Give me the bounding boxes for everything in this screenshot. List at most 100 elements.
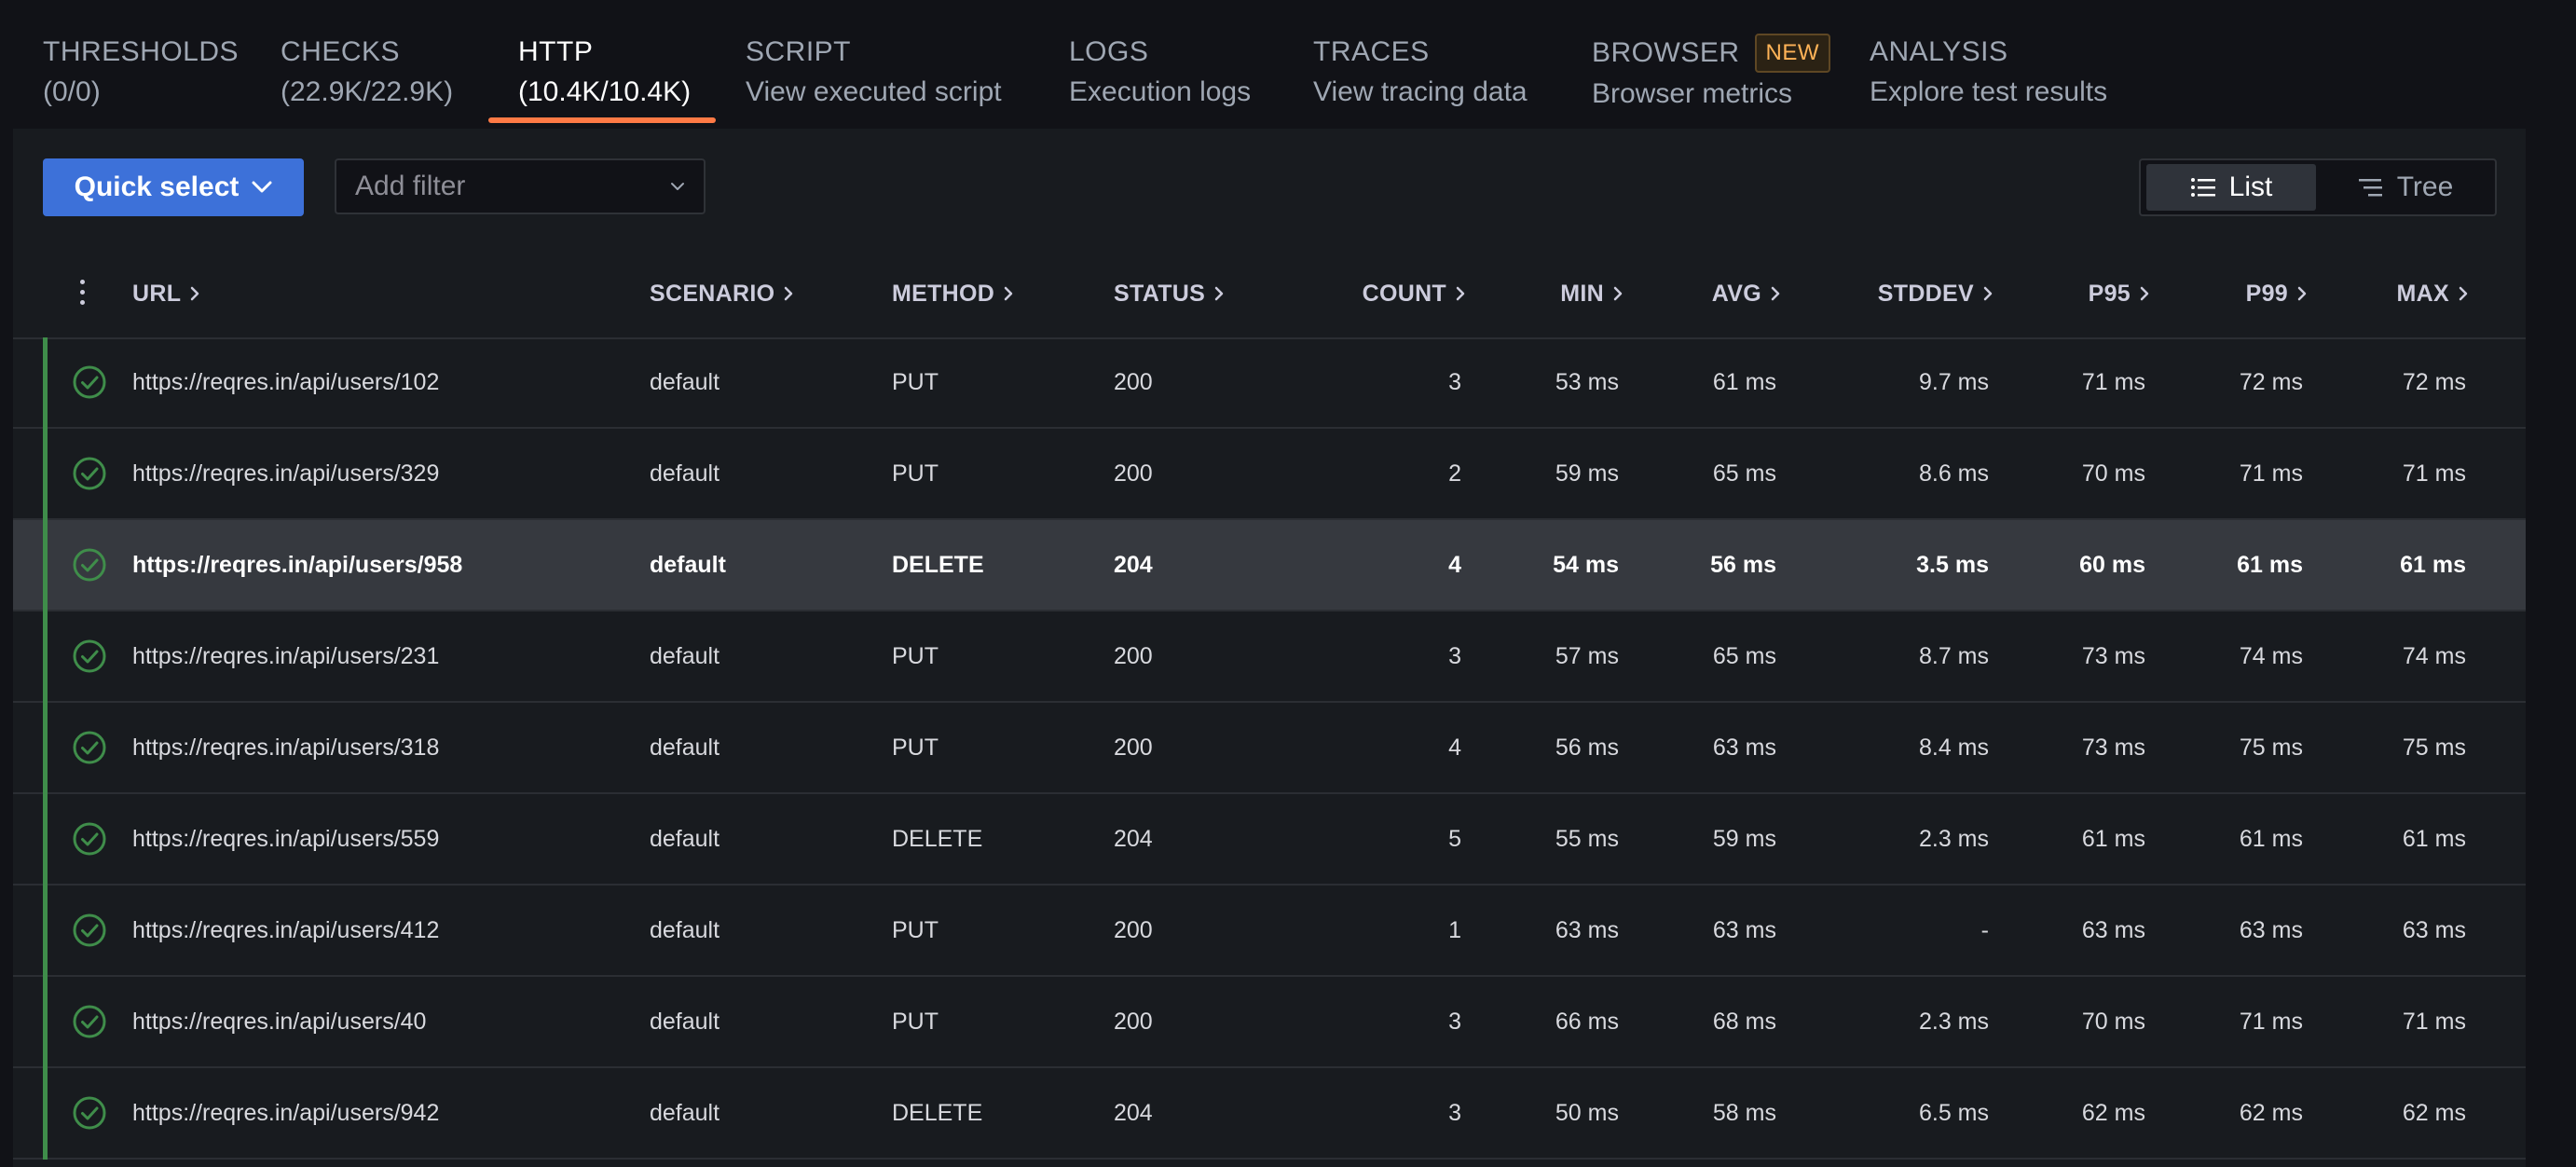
cell-url[interactable]: https://reqres.in/api/users/942: [132, 1096, 439, 1130]
cell-count: 5: [1448, 826, 1461, 852]
column-header-label: P95: [2088, 281, 2131, 307]
cell-max: 74 ms: [2402, 643, 2466, 669]
tab-script[interactable]: SCRIPT View executed script: [746, 34, 1002, 112]
chevron-right-icon: [2140, 286, 2149, 301]
tab-logs[interactable]: LOGS Execution logs: [1069, 34, 1251, 112]
tab-checks-title: CHECKS: [281, 36, 401, 67]
table-row[interactable]: https://reqres.in/api/users/40 default PUT…: [13, 977, 2526, 1068]
cell-count: 3: [1448, 1009, 1461, 1035]
kebab-menu-icon[interactable]: [78, 280, 86, 308]
cell-count: 3: [1448, 1100, 1461, 1126]
status-bar: [43, 1068, 48, 1160]
check-circle-icon: [73, 457, 106, 490]
tab-bar: THRESHOLDS (0/0) CHECKS (22.9K/22.9K) HT…: [0, 0, 2576, 129]
chevron-down-icon: [252, 181, 272, 193]
cell-url[interactable]: https://reqres.in/api/users/318: [132, 731, 439, 764]
cell-url[interactable]: https://reqres.in/api/users/412: [132, 913, 439, 947]
tab-thresholds[interactable]: THRESHOLDS (0/0): [43, 34, 239, 112]
cell-min: 59 ms: [1555, 460, 1619, 487]
cell-stddev: 2.3 ms: [1918, 826, 1989, 852]
table-row[interactable]: https://reqres.in/api/users/942 default DE…: [13, 1068, 2526, 1160]
column-header-label: COUNT: [1362, 281, 1446, 307]
column-header-label: AVG: [1711, 281, 1761, 307]
tab-thresholds-title: THRESHOLDS: [43, 36, 240, 67]
cell-max: 61 ms: [2402, 826, 2466, 852]
cell-p95: 73 ms: [2081, 735, 2145, 761]
check-circle-icon: [73, 913, 106, 947]
cell-stddev: 2.3 ms: [1918, 1009, 1989, 1035]
column-header-min[interactable]: MIN: [1560, 278, 1623, 309]
column-header-label: SCENARIO: [650, 281, 775, 307]
cell-max: 63 ms: [2402, 917, 2466, 943]
tab-browser-title: BROWSER: [1592, 37, 1740, 68]
tree-view-button[interactable]: Tree: [2322, 164, 2489, 211]
tab-http-count: (10.4K/10.4K): [518, 76, 692, 107]
tab-traces[interactable]: TRACES View tracing data: [1313, 34, 1528, 112]
tree-view-label: Tree: [2396, 172, 2454, 202]
cell-url[interactable]: https://reqres.in/api/users/958: [132, 548, 462, 582]
cell-min: 57 ms: [1555, 643, 1619, 669]
status-bar: [43, 337, 48, 429]
cell-count: 3: [1448, 643, 1461, 669]
chevron-right-icon: [191, 286, 199, 301]
table-row[interactable]: https://reqres.in/api/users/231 default PU…: [13, 611, 2526, 703]
cell-avg: 65 ms: [1712, 643, 1776, 669]
cell-count: 4: [1448, 735, 1461, 761]
tab-script-subtitle: View executed script: [746, 76, 1002, 107]
tab-analysis-title: ANALYSIS: [1870, 36, 2008, 67]
cell-p95: 60 ms: [2079, 552, 2145, 578]
cell-avg: 65 ms: [1712, 460, 1776, 487]
quick-select-button[interactable]: Quick select: [43, 158, 304, 216]
cell-p99: 74 ms: [2239, 643, 2303, 669]
cell-avg: 63 ms: [1712, 917, 1776, 943]
cell-avg: 59 ms: [1712, 826, 1776, 852]
add-filter-select[interactable]: Add filter: [335, 158, 706, 214]
tab-analysis[interactable]: ANALYSIS Explore test results: [1870, 34, 2107, 112]
tab-checks[interactable]: CHECKS (22.9K/22.9K): [281, 34, 453, 112]
cell-p99: 61 ms: [2237, 552, 2303, 578]
list-view-button[interactable]: List: [2146, 164, 2316, 211]
cell-url[interactable]: https://reqres.in/api/users/559: [132, 822, 439, 856]
column-header-method[interactable]: METHOD: [892, 278, 1013, 309]
column-header-status[interactable]: STATUS: [1114, 278, 1224, 309]
column-header-stddev[interactable]: STDDEV: [1878, 278, 1993, 309]
column-header-p95[interactable]: P95: [2089, 278, 2149, 309]
cell-avg: 68 ms: [1712, 1009, 1776, 1035]
cell-url[interactable]: https://reqres.in/api/users/40: [132, 1005, 426, 1038]
column-header-url[interactable]: URL: [132, 278, 199, 309]
column-header-avg[interactable]: AVG: [1712, 278, 1780, 309]
check-circle-icon: [73, 639, 106, 673]
table-row[interactable]: https://reqres.in/api/users/329 default PU…: [13, 429, 2526, 520]
cell-min: 55 ms: [1555, 826, 1619, 852]
chevron-right-icon: [1004, 286, 1013, 301]
cell-url[interactable]: https://reqres.in/api/users/231: [132, 639, 439, 673]
status-bar: [43, 977, 48, 1068]
tab-browser-subtitle: Browser metrics: [1592, 78, 1793, 109]
check-circle-icon: [73, 731, 106, 764]
cell-min: 56 ms: [1555, 735, 1619, 761]
table-row[interactable]: https://reqres.in/api/users/102 default PU…: [13, 337, 2526, 429]
cell-method: PUT: [892, 460, 939, 487]
cell-min: 50 ms: [1555, 1100, 1619, 1126]
column-header-count[interactable]: COUNT: [1363, 278, 1465, 309]
table-row[interactable]: https://reqres.in/api/users/318 default PU…: [13, 703, 2526, 794]
tab-http[interactable]: HTTP (10.4K/10.4K): [518, 34, 691, 112]
column-header-label: MIN: [1560, 281, 1604, 307]
column-header-max[interactable]: MAX: [2397, 278, 2468, 309]
table-row[interactable]: https://reqres.in/api/users/559 default DE…: [13, 794, 2526, 886]
column-header-scenario[interactable]: SCENARIO: [650, 278, 793, 309]
column-header-p99[interactable]: P99: [2246, 278, 2307, 309]
tab-browser[interactable]: BROWSER NEW Browser metrics: [1592, 34, 1831, 114]
cell-status: 200: [1114, 460, 1153, 487]
column-header-label: URL: [132, 281, 182, 307]
table-row[interactable]: https://reqres.in/api/users/958 default DE…: [13, 520, 2526, 611]
cell-p99: 62 ms: [2239, 1100, 2303, 1126]
table-row[interactable]: https://reqres.in/api/users/412 default PU…: [13, 886, 2526, 977]
cell-url[interactable]: https://reqres.in/api/users/102: [132, 365, 439, 399]
cell-url[interactable]: https://reqres.in/api/users/329: [132, 457, 439, 490]
cell-method: DELETE: [892, 1100, 983, 1126]
tab-thresholds-count: (0/0): [43, 76, 101, 107]
cell-stddev: 9.7 ms: [1918, 369, 1989, 395]
cell-scenario: default: [650, 460, 720, 487]
cell-scenario: default: [650, 1100, 720, 1126]
